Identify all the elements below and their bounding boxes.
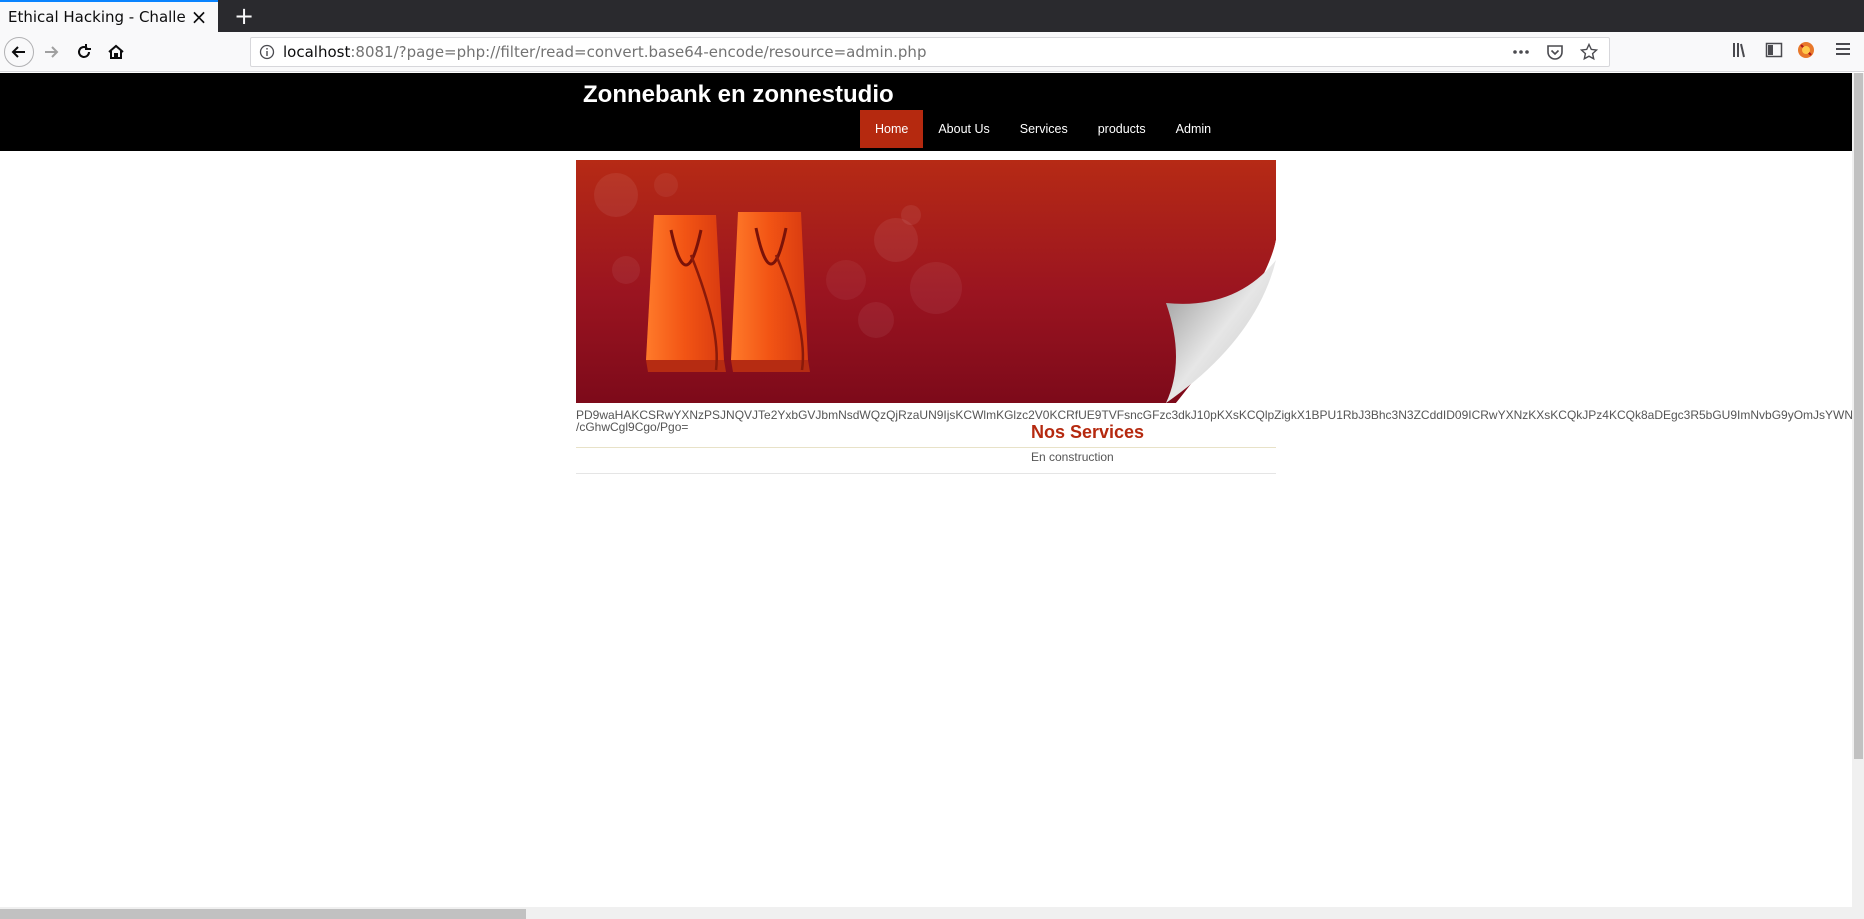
back-arrow-icon[interactable]: [4, 37, 34, 67]
services-text: En construction: [1031, 450, 1114, 464]
sidebar-icon[interactable]: [1765, 41, 1783, 59]
content-divider: [576, 447, 1276, 448]
site-header: Zonnebank en zonnestudio Home About Us S…: [0, 73, 1852, 151]
bookmark-star-icon[interactable]: [1579, 42, 1599, 62]
web-page: Zonnebank en zonnestudio Home About Us S…: [0, 73, 1852, 907]
url-text: localhost:8081/?page=php://filter/read=c…: [283, 43, 926, 61]
new-tab-icon[interactable]: +: [230, 2, 258, 30]
horizontal-scroll-thumb[interactable]: [0, 909, 526, 919]
horizontal-scrollbar[interactable]: [0, 907, 1852, 919]
browser-nav-bar: localhost:8081/?page=php://filter/read=c…: [0, 32, 1864, 72]
url-host: localhost: [283, 43, 351, 61]
site-info-icon[interactable]: [259, 44, 275, 60]
vertical-scroll-thumb[interactable]: [1854, 73, 1863, 759]
menu-item-products[interactable]: products: [1083, 110, 1161, 148]
pocket-icon[interactable]: [1545, 42, 1565, 62]
menu-item-about-us[interactable]: About Us: [923, 110, 1004, 148]
browser-tab[interactable]: Ethical Hacking - Challenge ×: [0, 0, 218, 32]
services-heading: Nos Services: [1031, 422, 1145, 442]
menu-item-services[interactable]: Services: [1005, 110, 1083, 148]
forward-arrow-icon[interactable]: [36, 37, 66, 67]
menu-item-home[interactable]: Home: [860, 110, 924, 148]
base64-output-line1: PD9waHAKCSRwYXNzPSJNQVJTe2YxbGVJbmNsdWQz…: [576, 408, 1852, 422]
library-icon[interactable]: [1731, 41, 1749, 59]
scroll-corner: [1852, 907, 1864, 919]
menu-hamburger-icon[interactable]: [1835, 41, 1851, 57]
close-tab-icon[interactable]: ×: [190, 7, 208, 27]
url-path: :8081/?page=php://filter/read=convert.ba…: [350, 43, 927, 61]
menu-item-admin[interactable]: Admin: [1161, 110, 1226, 148]
bottom-divider: [576, 473, 1276, 474]
home-icon[interactable]: [101, 37, 131, 67]
site-title: Zonnebank en zonnestudio: [583, 81, 894, 108]
extension-icon[interactable]: [1797, 41, 1815, 59]
vertical-scrollbar[interactable]: [1852, 73, 1864, 907]
base64-output-line2: /cGhwCgl9Cgo/Pgo=: [576, 420, 689, 434]
browser-tab-bar: Ethical Hacking - Challenge × +: [0, 0, 1864, 32]
url-bar[interactable]: localhost:8081/?page=php://filter/read=c…: [250, 37, 1610, 67]
banner-image: [576, 160, 1276, 403]
tab-title: Ethical Hacking - Challenge: [8, 8, 186, 26]
main-menu: Home About Us Services products Admin: [860, 110, 1226, 148]
page-actions-icon[interactable]: [1511, 42, 1531, 62]
reload-icon[interactable]: [69, 37, 99, 67]
